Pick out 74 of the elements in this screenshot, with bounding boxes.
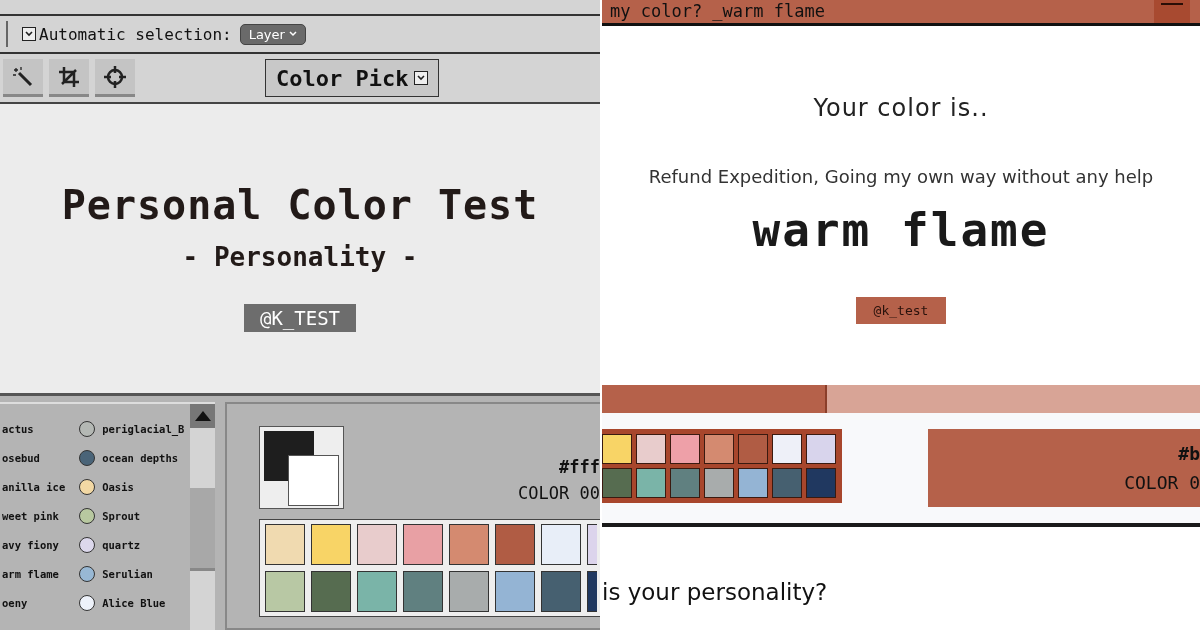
color-name[interactable]: arm flame [2, 565, 66, 582]
window-title: my color? _warm flame [610, 3, 825, 20]
layer-dropdown[interactable]: Layer [239, 23, 306, 45]
checkmark-icon [24, 29, 34, 39]
color-name[interactable]: oeny [2, 594, 66, 611]
color-name[interactable]: Serulian [102, 567, 153, 580]
color-swatch[interactable] [772, 468, 802, 498]
color-swatch[interactable] [670, 468, 700, 498]
color-swatch[interactable] [265, 524, 305, 565]
color-swatch[interactable] [738, 434, 768, 464]
scrollbar[interactable] [190, 404, 215, 630]
color-name[interactable]: Sprout [102, 509, 141, 522]
crop-icon [58, 65, 80, 88]
color-name[interactable]: periglacial_B [102, 422, 185, 435]
handle-badge: @k_test [855, 297, 947, 324]
handle-badge: @K_TEST [243, 304, 357, 332]
color-swatch[interactable] [806, 468, 836, 498]
magic-wand-icon [12, 65, 34, 88]
color-swatch[interactable] [602, 434, 632, 464]
color-swatch[interactable] [311, 571, 351, 612]
color-name[interactable]: anilla ice [2, 478, 66, 495]
color-name[interactable]: weet pink [2, 507, 66, 524]
question-heading: is your personality? [602, 579, 829, 605]
color-code: COLOR 0 [1124, 472, 1200, 493]
color-swatch[interactable] [806, 434, 836, 464]
caret-icon [288, 31, 297, 37]
color-name[interactable]: avy fiony [2, 536, 66, 553]
color-swatch-preview[interactable] [259, 426, 344, 509]
minimize-button[interactable] [1154, 0, 1190, 23]
hex-code: #fff [559, 457, 600, 477]
color-swatch[interactable] [265, 571, 305, 612]
color-swatch[interactable] [670, 434, 700, 464]
color-swatch[interactable] [449, 571, 489, 612]
color-name[interactable]: Alice Blue [102, 596, 166, 609]
color-swatch[interactable] [636, 434, 666, 464]
result-description: Refund Expedition, Going my own way without any help [648, 166, 1154, 187]
crop-tool-button[interactable] [49, 59, 89, 97]
automatic-selection-checkbox[interactable]: Automatic selection: [22, 24, 232, 44]
color-swatch[interactable] [311, 524, 351, 565]
color-name[interactable]: quartz [102, 538, 141, 551]
target-tool-button[interactable] [95, 59, 135, 97]
color-swatch[interactable] [495, 571, 535, 612]
color-swatch[interactable] [449, 524, 489, 565]
hex-code: #b [1178, 443, 1200, 464]
page-title: Personal Color Test [61, 182, 539, 228]
subtitle: - Personality - [182, 242, 418, 272]
color-swatch[interactable] [636, 468, 666, 498]
color-swatch[interactable] [541, 571, 581, 612]
checkmark-icon [416, 73, 427, 83]
color-swatch[interactable] [403, 524, 443, 565]
result-heading: Your color is.. [813, 94, 989, 122]
crosshair-icon [103, 64, 127, 89]
color-swatch[interactable] [738, 468, 768, 498]
color-name[interactable]: Oasis [102, 480, 134, 493]
color-swatch[interactable] [602, 468, 632, 498]
color-name[interactable]: ocean depths [102, 451, 179, 464]
color-swatch[interactable] [704, 468, 734, 498]
color-name[interactable]: actus [2, 420, 66, 437]
result-color-name: warm flame [752, 203, 1050, 257]
color-swatch[interactable] [704, 434, 734, 464]
color-swatch[interactable] [772, 434, 802, 464]
magic-wand-tool-button[interactable] [3, 59, 43, 97]
color-pick-button[interactable]: Color Pick [265, 59, 440, 97]
color-swatch[interactable] [495, 524, 535, 565]
color-swatch[interactable] [357, 524, 397, 565]
color-swatch[interactable] [541, 524, 581, 565]
color-swatch[interactable] [587, 524, 597, 565]
color-code: COLOR 00 [518, 483, 600, 503]
minimize-icon [1161, 0, 1183, 8]
up-arrow-icon[interactable] [194, 411, 211, 421]
color-name[interactable]: osebud [2, 449, 66, 466]
color-swatch[interactable] [587, 571, 597, 612]
color-swatch[interactable] [403, 571, 443, 612]
color-swatch[interactable] [357, 571, 397, 612]
